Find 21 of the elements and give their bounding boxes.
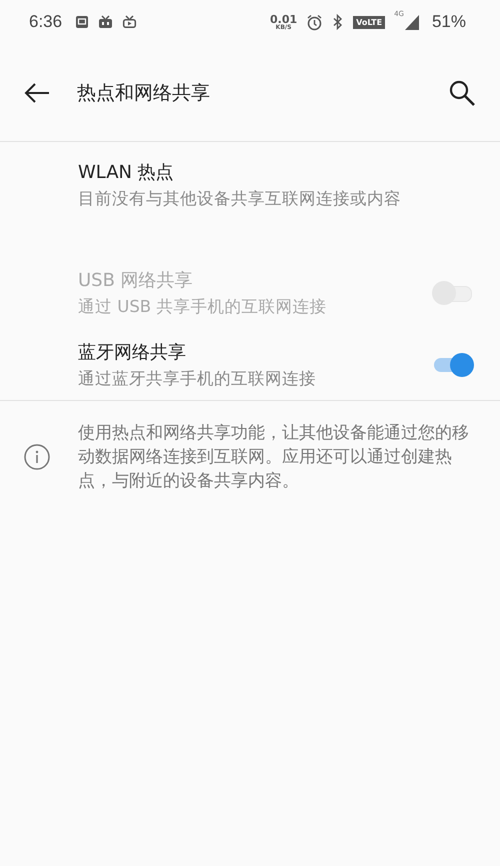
volte-badge: VoLTE	[353, 16, 386, 28]
search-icon[interactable]	[448, 78, 476, 106]
alarm-icon	[306, 14, 324, 30]
page-title: 热点和网络共享	[77, 80, 211, 106]
battery-percent: 51%	[432, 12, 466, 32]
back-arrow-icon[interactable]	[24, 82, 50, 102]
info-icon	[24, 444, 50, 470]
setting-title[interactable]: 蓝牙网络共享	[78, 340, 186, 364]
signal-icon	[404, 14, 419, 30]
toggle-switch[interactable]	[432, 352, 474, 378]
setting-summary: 通过 USB 共享手机的互联网连接	[78, 296, 326, 318]
setting-summary: 目前没有与其他设备共享互联网连接或内容	[78, 188, 401, 210]
bluetooth-icon	[332, 14, 344, 30]
speed-value: 0.01	[270, 14, 298, 24]
setting-summary: 通过蓝牙共享手机的互联网连接	[78, 368, 316, 390]
message-icon	[75, 15, 90, 29]
setting-title[interactable]: WLAN 热点	[78, 160, 174, 184]
tv-icon	[98, 15, 114, 29]
tv-play-icon	[122, 15, 138, 29]
info-text: 使用热点和网络共享功能，让其他设备能通过您的移动数据网络连接到互联网。应用还可以通过创建热点，与附近的设备共享内容。	[78, 422, 470, 493]
status-time: 6:36	[29, 12, 62, 32]
